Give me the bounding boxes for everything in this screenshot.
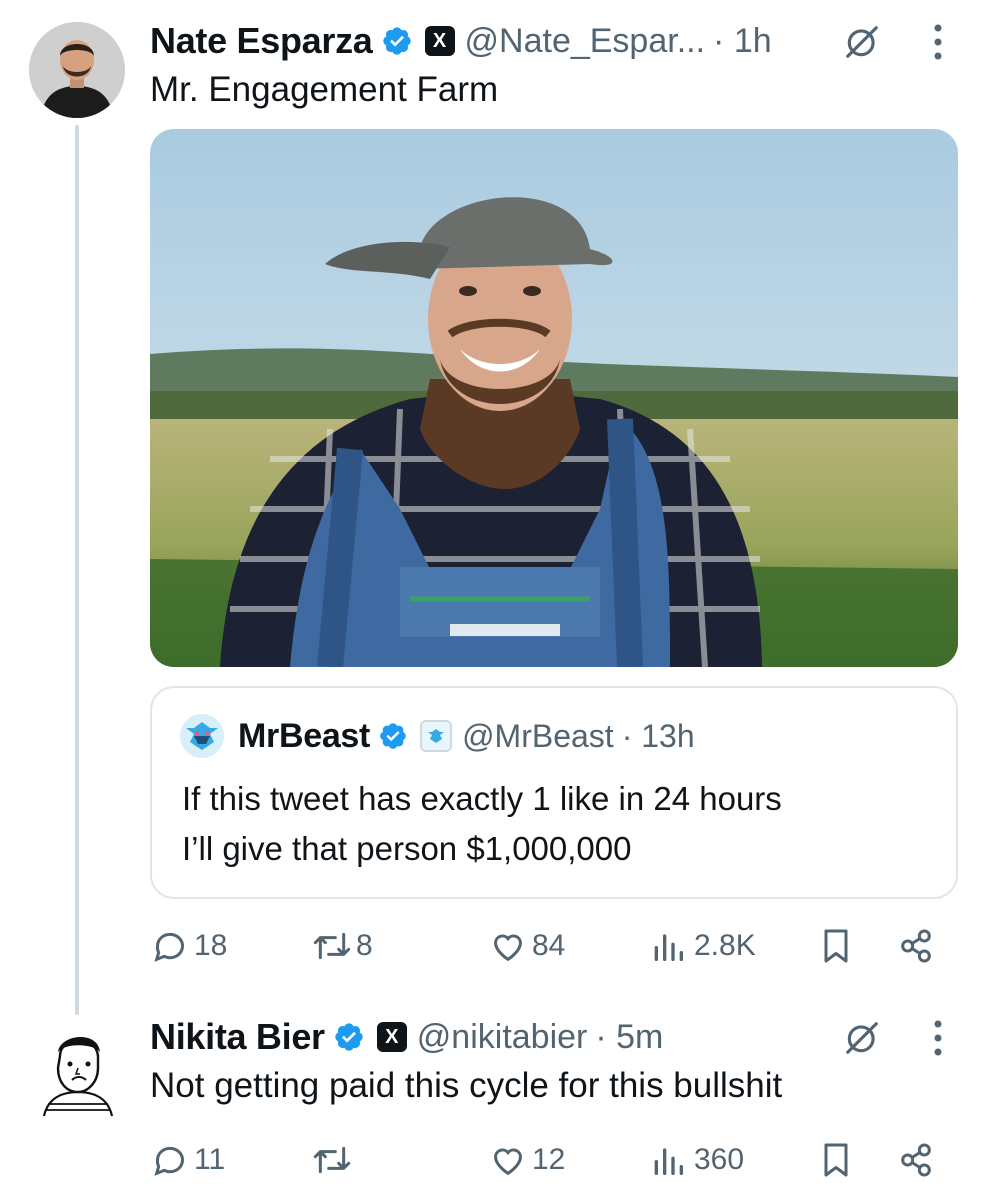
reply-icon: [154, 1146, 184, 1176]
like-count: 84: [532, 929, 566, 962]
tweet-media-photo[interactable]: [150, 129, 958, 667]
thread-connector-line: [75, 125, 79, 1015]
like-count: 12: [532, 1143, 566, 1176]
share-icon: [901, 1143, 931, 1177]
tweet-header: Nikita Bier X @nikitabier · 5m: [150, 1016, 663, 1058]
reply-count: 11: [194, 1143, 226, 1176]
tweet-text: Not getting paid this cycle for this bul…: [150, 1066, 783, 1105]
views-count: 2.8K: [694, 929, 756, 962]
views-button[interactable]: 2.8K: [648, 926, 756, 966]
verified-badge-icon: [382, 27, 411, 55]
reply-icon: [154, 932, 184, 962]
like-button[interactable]: 84: [488, 926, 565, 966]
bookmark-button[interactable]: [816, 1140, 856, 1180]
like-button[interactable]: 12: [488, 1140, 565, 1180]
author-handle[interactable]: @nikitabier: [417, 1018, 588, 1057]
views-icon: [654, 1148, 683, 1175]
views-count: 360: [694, 1143, 745, 1176]
verified-badge-icon: [335, 1023, 363, 1051]
repost-icon: [313, 932, 351, 960]
grok-icon[interactable]: [840, 1016, 884, 1060]
author-avatar-nikita[interactable]: [38, 1022, 118, 1118]
more-dots-icon[interactable]: [920, 1014, 956, 1062]
author-name[interactable]: Nikita Bier: [150, 1016, 325, 1058]
quote-author-handle[interactable]: @MrBeast: [462, 718, 614, 755]
repost-button[interactable]: 8: [310, 926, 373, 966]
tweet-actions: 18 8 84 2.8K: [150, 926, 950, 970]
reply-count: 18: [194, 929, 228, 962]
share-button[interactable]: [896, 1140, 936, 1180]
tweet-actions: 11 12 360: [150, 1140, 950, 1184]
author-name[interactable]: Nate Esparza: [150, 20, 373, 62]
quote-author-avatar[interactable]: [180, 714, 224, 758]
x-badge-icon: X: [424, 26, 455, 56]
mrbeast-affiliate-badge-icon: [420, 720, 453, 752]
quote-author-name[interactable]: MrBeast: [238, 717, 370, 756]
tweet-time[interactable]: · 5m: [595, 1018, 663, 1057]
author-handle[interactable]: @Nate_Espar...: [465, 22, 706, 61]
repost-icon: [313, 1146, 351, 1174]
share-icon: [901, 929, 931, 963]
share-button[interactable]: [896, 926, 936, 966]
verified-badge-icon: [380, 723, 406, 749]
more-dots-icon[interactable]: [920, 18, 956, 66]
quote-header: MrBeast @MrBeast · 13h: [180, 714, 695, 758]
bookmark-button[interactable]: [816, 926, 856, 966]
tweet-header: Nate Esparza X @Nate_Espar... · 1h: [150, 20, 772, 62]
x-badge-icon: X: [376, 1022, 407, 1052]
reply-button[interactable]: 11: [150, 1140, 225, 1180]
reply-button[interactable]: 18: [150, 926, 227, 966]
quote-text-line-1: If this tweet has exactly 1 like in 24 h…: [182, 780, 782, 817]
bookmark-icon: [824, 1143, 848, 1177]
like-icon: [493, 1148, 523, 1176]
like-icon: [493, 934, 523, 962]
quote-text-line-2: I’ll give that person $1,000,000: [182, 830, 632, 867]
tweet-text: Mr. Engagement Farm: [150, 70, 499, 109]
grok-icon[interactable]: [840, 20, 884, 64]
quote-time[interactable]: · 13h: [622, 718, 695, 755]
author-avatar-nate[interactable]: [29, 22, 125, 118]
views-button[interactable]: 360: [648, 1140, 744, 1180]
repost-count: 8: [356, 929, 373, 962]
repost-button[interactable]: [310, 1140, 356, 1180]
bookmark-icon: [824, 929, 848, 963]
views-icon: [654, 934, 683, 961]
quoted-tweet-card[interactable]: MrBeast @MrBeast · 13h If this tweet has…: [150, 686, 958, 899]
tweet-time[interactable]: · 1h: [713, 22, 772, 61]
farmer-photo-illustration: [150, 129, 958, 667]
